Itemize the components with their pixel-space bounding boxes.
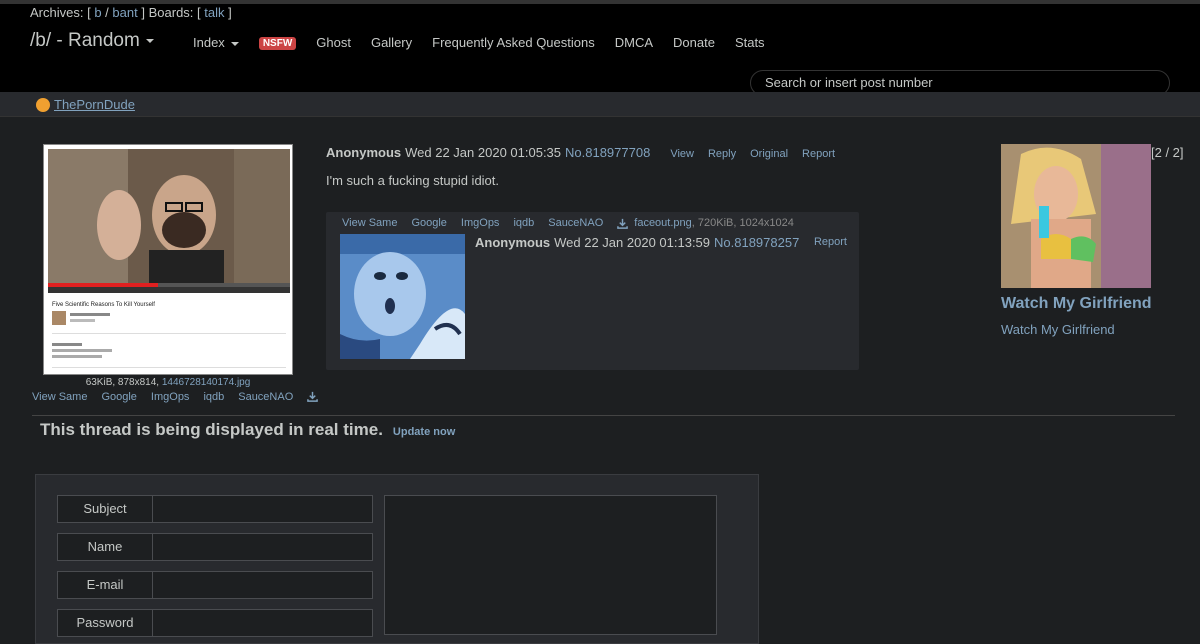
op-thumbnail-caption: Five Scientific Reasons To Kill Yourself — [52, 302, 155, 308]
ad-counter: [2 / 2] — [1151, 145, 1184, 160]
ad-picture — [1001, 144, 1151, 288]
realtime-message: This thread is being displayed in real t… — [40, 420, 383, 439]
board-title-dropdown[interactable]: /b/ - Random — [30, 30, 154, 52]
op-thumbnail[interactable]: Five Scientific Reasons To Kill Yourself — [43, 144, 293, 375]
nav-ghost[interactable]: Ghost — [316, 32, 351, 54]
reply-post-header: Anonymous Wed 22 Jan 2020 01:13:59 No.81… — [475, 235, 799, 250]
op-action-report[interactable]: Report — [802, 148, 835, 160]
nav-donate[interactable]: Donate — [673, 32, 715, 54]
main-nav: Index NSFW Ghost Gallery Frequently Aske… — [193, 32, 785, 54]
reply-post: View Same Google ImgOps iqdb SauceNAO fa… — [326, 212, 859, 370]
name-field[interactable] — [153, 533, 373, 561]
sponsor-icon — [36, 97, 50, 112]
op-tool-view-same[interactable]: View Same — [32, 391, 87, 403]
op-poster-name: Anonymous — [326, 145, 402, 160]
ad-subtitle[interactable]: Watch My Girlfriend — [1001, 322, 1115, 337]
reply-post-number[interactable]: No.818978257 — [714, 235, 799, 250]
subject-row: Subject — [57, 495, 373, 523]
chevron-down-icon — [145, 38, 154, 43]
comment-textarea[interactable] — [384, 495, 717, 635]
archive-link-bant[interactable]: bant — [112, 5, 137, 20]
reply-image-tools: View Same Google ImgOps iqdb SauceNAO fa… — [342, 217, 794, 229]
subject-label: Subject — [57, 495, 153, 523]
op-post-actions: View Reply Original Report — [670, 148, 835, 160]
reply-thumbnail[interactable] — [340, 234, 465, 359]
subject-field[interactable] — [153, 495, 373, 523]
op-file-link[interactable]: 1446728140174.jpg — [162, 377, 250, 388]
op-tool-saucenao[interactable]: SauceNAO — [238, 391, 293, 403]
name-label: Name — [57, 533, 153, 561]
email-label: E-mail — [57, 571, 153, 599]
reply-file-info: faceout.png, 720KiB, 1024x1024 — [634, 217, 794, 229]
chevron-down-icon — [230, 41, 239, 46]
reply-thumbnail-picture — [340, 234, 465, 359]
sponsor-label: ThePornDude — [54, 97, 135, 112]
op-file-info: 63KiB, 878x814, 1446728140174.jpg — [43, 377, 293, 388]
nav-stats[interactable]: Stats — [735, 32, 765, 54]
email-field[interactable] — [153, 571, 373, 599]
reply-tool-google[interactable]: Google — [411, 217, 446, 229]
op-post-body: I'm such a fucking stupid idiot. — [326, 173, 500, 188]
boards-close: ] — [228, 5, 232, 20]
reply-file-link[interactable]: faceout.png — [634, 217, 692, 229]
ad-title[interactable]: Watch My Girlfriend — [1001, 295, 1152, 313]
sponsor-bar — [0, 92, 1200, 117]
reply-file-size: , 720KiB, 1024x1024 — [691, 217, 794, 229]
op-action-reply[interactable]: Reply — [708, 148, 736, 160]
archive-separator: / — [105, 5, 109, 20]
boards-label: Boards: [ — [148, 5, 201, 20]
nav-dmca[interactable]: DMCA — [615, 32, 653, 54]
update-now-button[interactable]: Update now — [393, 426, 455, 438]
top-navbar: Archives: [ b / bant ] Boards: [ talk ] … — [0, 0, 1200, 96]
nsfw-badge: NSFW — [258, 36, 297, 50]
password-label: Password — [57, 609, 153, 637]
download-icon[interactable] — [617, 218, 629, 229]
reply-poster-name: Anonymous — [475, 235, 551, 250]
archive-link-b[interactable]: b — [94, 5, 101, 20]
archives-close: ] — [141, 5, 145, 20]
op-post-number[interactable]: No.818977708 — [565, 145, 650, 160]
archives-label: Archives: [ — [30, 5, 91, 20]
reply-tool-iqdb[interactable]: iqdb — [513, 217, 534, 229]
ad-image[interactable] — [1001, 144, 1151, 288]
reply-datetime: Wed 22 Jan 2020 01:13:59 — [554, 235, 711, 250]
name-row: Name — [57, 533, 373, 561]
reply-tool-saucenao[interactable]: SauceNAO — [548, 217, 603, 229]
realtime-notice: This thread is being displayed in real t… — [40, 420, 455, 440]
op-action-view[interactable]: View — [670, 148, 694, 160]
op-file-size: 63KiB, 878x814, — [85, 377, 162, 388]
op-tool-google[interactable]: Google — [101, 391, 136, 403]
reply-form: Subject Name E-mail Password — [35, 474, 759, 644]
reply-action-report[interactable]: Report — [814, 236, 847, 248]
reply-tool-view-same[interactable]: View Same — [342, 217, 397, 229]
password-field[interactable] — [153, 609, 373, 637]
board-link-talk[interactable]: talk — [204, 5, 224, 20]
nav-gallery[interactable]: Gallery — [371, 32, 412, 54]
op-tool-imgops[interactable]: ImgOps — [151, 391, 190, 403]
op-action-original[interactable]: Original — [750, 148, 788, 160]
op-post-header: Anonymous Wed 22 Jan 2020 01:05:35 No.81… — [326, 145, 835, 160]
nav-index[interactable]: Index — [193, 32, 239, 54]
email-row: E-mail — [57, 571, 373, 599]
reply-tool-imgops[interactable]: ImgOps — [461, 217, 500, 229]
op-image-tools: View Same Google ImgOps iqdb SauceNAO — [32, 391, 319, 403]
password-row: Password — [57, 609, 373, 637]
op-tool-iqdb[interactable]: iqdb — [203, 391, 224, 403]
sponsor-link[interactable]: ThePornDude — [36, 97, 135, 112]
archives-bar: Archives: [ b / bant ] Boards: [ talk ] — [30, 5, 232, 20]
op-datetime: Wed 22 Jan 2020 01:05:35 — [405, 145, 562, 160]
download-icon[interactable] — [307, 391, 319, 402]
op-thumbnail-picture: Five Scientific Reasons To Kill Yourself — [44, 145, 292, 374]
board-title: /b/ - Random — [30, 30, 140, 51]
divider — [32, 415, 1175, 416]
nav-faq[interactable]: Frequently Asked Questions — [432, 32, 595, 54]
